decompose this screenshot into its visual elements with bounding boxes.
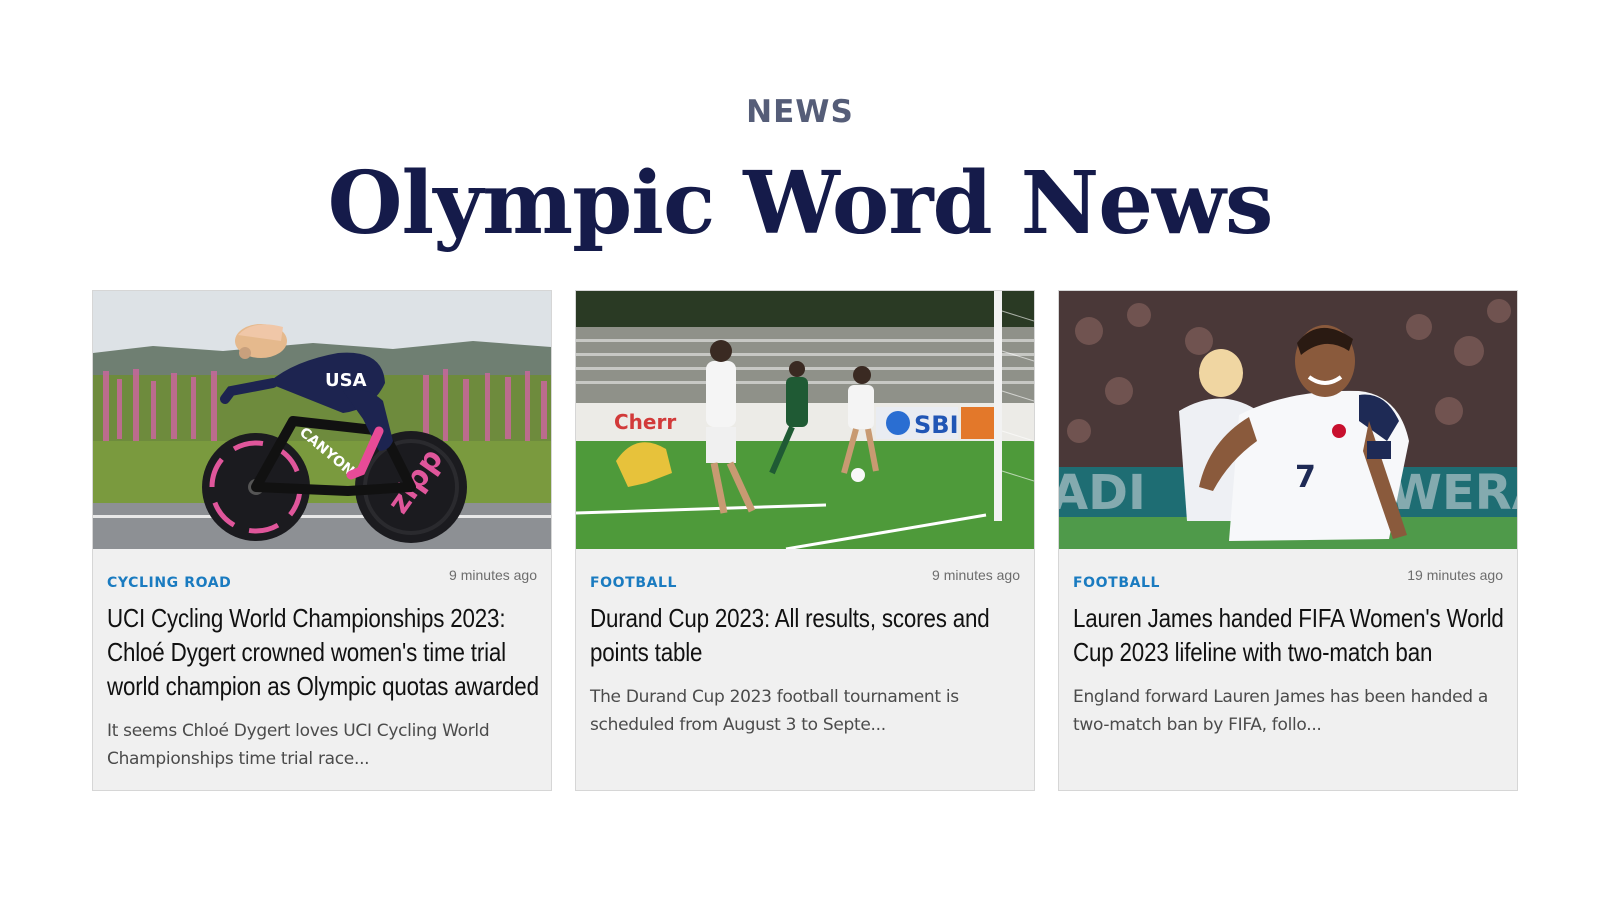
article-headline[interactable]: UCI Cycling World Championships 2023: Ch… (107, 601, 544, 703)
section-eyebrow: NEWS (746, 94, 854, 130)
article-excerpt: England forward Lauren James has been ha… (1073, 687, 1488, 735)
svg-text:ADI: ADI (1059, 465, 1146, 521)
svg-text:Cherr: Cherr (614, 410, 676, 434)
cycling-photo: zipp CANYON USA (93, 291, 551, 549)
svg-text:WERA: WERA (1389, 465, 1517, 521)
category-link[interactable]: CYCLING ROAD (107, 575, 231, 591)
category-link[interactable]: FOOTBALL (590, 575, 677, 591)
article-thumbnail-football[interactable]: Cherr SBI 11 (576, 291, 1034, 549)
news-card[interactable]: ADI WERA 7 FOOTBALL 19 minutes ago Lau (1058, 290, 1518, 791)
news-card-grid: zipp CANYON USA CYCLING ROAD 9 minutes a… (92, 290, 1518, 791)
article-meta: FOOTBALL 19 minutes ago (1073, 567, 1503, 591)
article-headline[interactable]: Lauren James handed FIFA Women's World C… (1073, 601, 1510, 669)
timestamp: 9 minutes ago (449, 567, 537, 583)
page-title: Olympic Word News (327, 153, 1274, 254)
article-thumbnail-cycling[interactable]: zipp CANYON USA (93, 291, 551, 549)
category-link[interactable]: FOOTBALL (1073, 575, 1160, 591)
article-excerpt: The Durand Cup 2023 football tournament … (590, 687, 959, 735)
svg-text:USA: USA (325, 370, 367, 391)
article-meta: FOOTBALL 9 minutes ago (590, 567, 1020, 591)
svg-text:SBI: SBI (914, 411, 959, 439)
news-card[interactable]: zipp CANYON USA CYCLING ROAD 9 minutes a… (92, 290, 552, 791)
womens-football-photo: ADI WERA 7 (1059, 291, 1517, 549)
article-headline[interactable]: Durand Cup 2023: All results, scores and… (590, 601, 1027, 669)
svg-text:7: 7 (1295, 460, 1316, 495)
football-photo: Cherr SBI 11 (576, 291, 1034, 549)
article-meta: CYCLING ROAD 9 minutes ago (107, 567, 537, 591)
news-card[interactable]: Cherr SBI 11 (575, 290, 1035, 791)
timestamp: 19 minutes ago (1407, 567, 1503, 583)
article-excerpt: It seems Chloé Dygert loves UCI Cycling … (107, 721, 490, 769)
timestamp: 9 minutes ago (932, 567, 1020, 583)
article-thumbnail-womens-football[interactable]: ADI WERA 7 (1059, 291, 1517, 549)
